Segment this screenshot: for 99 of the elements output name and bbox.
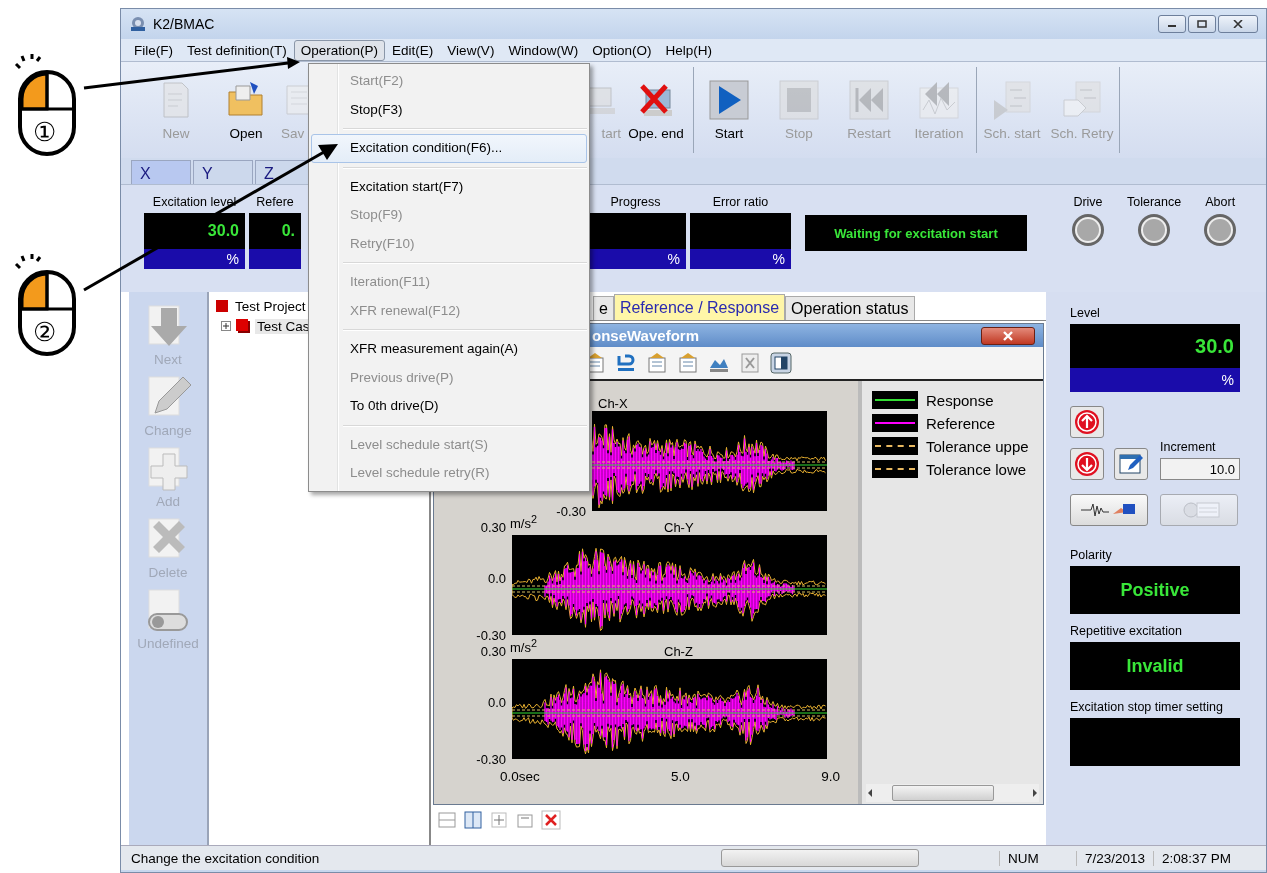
axis-label: 0.0 (487, 695, 506, 710)
meter-display: 0. (249, 213, 301, 249)
status-text: Change the excitation condition (130, 850, 321, 866)
close-icon (1002, 330, 1014, 341)
meter-label: Error ratio (711, 195, 770, 211)
view-tab[interactable]: Reference / Response (613, 294, 786, 320)
menu-item[interactable]: Option(O) (585, 39, 659, 61)
scroll-left-icon[interactable] (866, 788, 874, 798)
play-icon (709, 79, 749, 120)
menu-item[interactable]: View(V) (440, 39, 502, 61)
menu-entry[interactable]: To 0th drive(D) (311, 392, 587, 421)
minimize-button[interactable] (1158, 15, 1186, 33)
view-tab[interactable]: Operation status (785, 296, 915, 320)
up-arrow-icon (1074, 409, 1100, 435)
close-icon (1233, 20, 1243, 28)
increment-field[interactable]: 10.0 (1160, 458, 1240, 480)
close-button[interactable] (1218, 15, 1258, 33)
test-case-icon (235, 318, 251, 334)
waveform-button[interactable] (1070, 494, 1148, 526)
meter-label: Refere (255, 195, 295, 211)
channel-title: Ch-X (598, 396, 628, 411)
axis-label: 5.0 (671, 769, 690, 784)
menu-item[interactable]: Help(H) (658, 39, 719, 61)
toolbar-button[interactable]: Open (211, 70, 281, 150)
num-lock-indicator: NUM (999, 850, 1076, 866)
window-title: K2/BMAC (153, 16, 215, 32)
repetitive-excitation-label: Repetitive excitation (1070, 624, 1183, 638)
channel-title: Ch-Y (664, 520, 694, 535)
toolbar-button[interactable]: Start (694, 70, 764, 150)
menu-item[interactable]: Test definition(T) (180, 39, 294, 61)
tree-item[interactable]: Test Project (235, 298, 306, 314)
axis-label: -0.30 (556, 504, 586, 519)
menu-item[interactable]: Window(W) (501, 39, 586, 61)
axis-label: 0.30 (479, 644, 506, 659)
graph-window-title: onseWaveform (592, 327, 699, 344)
axis-label: -0.30 (476, 628, 506, 643)
undo-icon[interactable] (615, 352, 637, 374)
status-date: 7/23/2013 (1076, 850, 1154, 866)
legend-label: Tolerance uppe (926, 437, 1029, 455)
status-time: 2:08:37 PM (1153, 850, 1240, 866)
lamp-label: Abort (1205, 195, 1236, 209)
axis-label: 0.30 (479, 520, 506, 535)
menu-item[interactable]: Operation(P) (293, 39, 386, 61)
project-icon (215, 299, 229, 313)
stop-icon (779, 79, 819, 120)
meter-label: Progress (609, 195, 662, 211)
polarity-display: Positive (1070, 566, 1240, 614)
edit-icon (1118, 452, 1144, 476)
columns-icon[interactable] (463, 810, 483, 830)
axis-label: -0.30 (476, 752, 506, 767)
app-logo-icon (129, 16, 147, 32)
axis-tab[interactable]: Y (193, 160, 253, 184)
menu-item[interactable]: Edit(E) (385, 39, 441, 61)
menu-entry[interactable]: XFR measurement again(A) (311, 335, 587, 364)
down-arrow-icon (1074, 451, 1100, 477)
unit-bar: % (144, 249, 245, 269)
lamp-label: Drive (1073, 195, 1103, 209)
view-tab[interactable]: e (593, 296, 614, 320)
horizontal-scrollbar[interactable] (866, 784, 1039, 802)
legend-label: Tolerance lowe (926, 460, 1027, 478)
rewind-icon (849, 79, 889, 120)
status-message: Waiting for excitation start (805, 215, 1027, 251)
step-number: ① (33, 118, 56, 146)
channel-title: Ch-Z (664, 644, 693, 659)
unit-bar: % (690, 249, 791, 269)
step-number: ② (33, 318, 56, 346)
axis-label: 0.0sec (500, 769, 540, 784)
scroll-right-icon[interactable] (1031, 788, 1039, 798)
polarity-label: Polarity (1070, 548, 1113, 562)
maximize-icon (1197, 20, 1207, 28)
meter-display: 30.0 (144, 213, 245, 249)
lamp-label: Tolerance (1127, 195, 1182, 209)
edit-button[interactable] (1114, 448, 1148, 480)
legend-label: Reference (926, 414, 996, 432)
unit-label: m/s$^{2}$ (510, 637, 538, 656)
axis-tab[interactable]: X (131, 160, 191, 184)
axis-label: 0.0 (487, 571, 506, 586)
repetitive-excitation-display: Invalid (1070, 642, 1240, 690)
legend-label: Response (926, 391, 994, 409)
unit-bar (249, 249, 301, 269)
level-label: Level (1070, 306, 1101, 320)
unit-bar: % (1070, 368, 1240, 392)
menu-item[interactable]: File(F) (127, 39, 180, 61)
schedule-play-icon (992, 79, 1032, 120)
close-button[interactable] (981, 326, 1035, 345)
menu-entry[interactable]: Excitation condition(F6)... (311, 134, 587, 163)
level-display: 30.0 (1070, 324, 1240, 368)
level-up-button[interactable] (1070, 406, 1104, 438)
timer-setting-label: Excitation stop timer setting (1070, 700, 1224, 714)
panel-toggle-icon[interactable] (770, 352, 792, 374)
level-down-button[interactable] (1070, 448, 1104, 480)
axis-label: 9.0 (821, 769, 840, 784)
close-icon[interactable] (541, 810, 561, 830)
toolbar-button[interactable]: Ope. end (621, 70, 691, 150)
schedule-retry-icon (1062, 79, 1102, 120)
maximize-button[interactable] (1188, 15, 1216, 33)
unit-label: m/s$^{2}$ (510, 513, 538, 532)
increment-label: Increment (1160, 440, 1217, 454)
expander-icon[interactable] (221, 321, 231, 331)
